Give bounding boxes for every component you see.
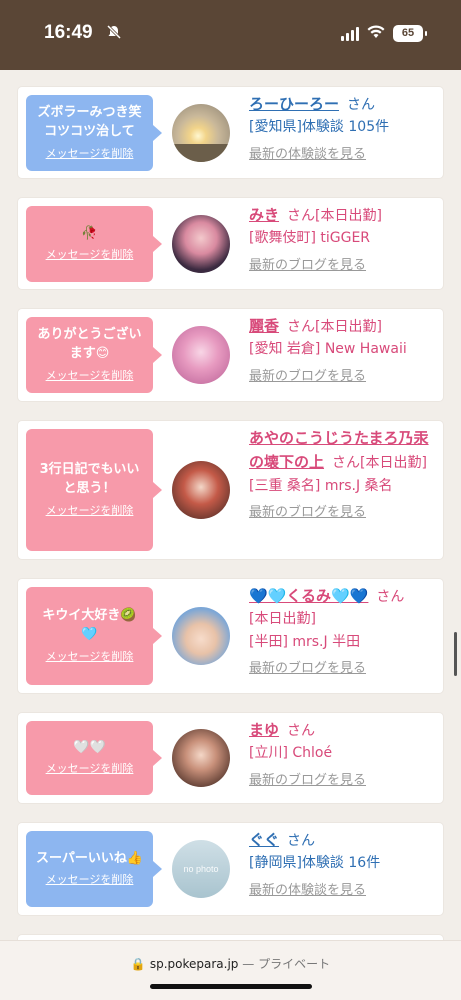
bubble-message: 🤍🤍 [73, 739, 106, 755]
user-name-link[interactable]: 💙🩵くるみ🩵💙 [249, 587, 368, 605]
delete-message-link[interactable]: メッセージを削除 [46, 649, 134, 665]
delete-message-link[interactable]: メッセージを削除 [46, 503, 134, 519]
latest-link[interactable]: 最新のブログを見る [249, 659, 433, 680]
user-detail: [愛知県]体験談 105件 [249, 119, 390, 136]
bubble-message: 🥀 [81, 225, 98, 241]
message-bubble: 🥀 メッセージを削除 [26, 206, 162, 282]
avatar[interactable] [172, 461, 230, 519]
avatar[interactable] [172, 104, 230, 162]
message-feed[interactable]: ズボラーみつき笑 コツコツ治して メッセージを削除 ろーひーろー さん [愛知県]… [0, 70, 461, 940]
private-mode-label: プライベート [258, 957, 331, 971]
san-label: さん[本日出勤] [287, 208, 382, 224]
user-info: みき さん[本日出勤] [歌舞伎町] tiGGER 最新のブログを見る [249, 203, 433, 277]
user-info: ぐぐ さん [静岡県]体験談 16件 最新の体験談を見る [249, 828, 433, 902]
bubble-message: ありがとうござい ます😊 [37, 327, 142, 362]
list-item: ありがとうござい ます😊 メッセージを削除 麗香 さん[本日出勤] [愛知 岩倉]… [18, 309, 443, 401]
user-info: あやのこうじうたまろ乃汞の壊下の上 さん[本日出勤] [三重 桑名] mrs.J … [249, 426, 433, 524]
user-info: まゆ さん [立川] Chloé 最新のブログを見る [249, 718, 433, 792]
url-bar[interactable]: 🔒 sp.pokepara.jp — プライベート [0, 940, 461, 1000]
list-item: ズボラーみつき笑 コツコツ治して メッセージを削除 ろーひーろー さん [愛知県]… [18, 87, 443, 178]
list-item: スーパーいいね👍 メッセージを削除 no photo ぐぐ さん [静岡県]体験談… [18, 823, 443, 915]
user-name-link[interactable]: ろーひーろー [249, 95, 339, 113]
list-item: 🤍🤍 メッセージを削除 まゆ さん [立川] Chloé 最新のブログを見る [18, 713, 443, 803]
san-label: さん [287, 833, 316, 849]
avatar[interactable]: no photo [172, 840, 230, 898]
san-label: さん [376, 589, 405, 605]
latest-link[interactable]: 最新のブログを見る [249, 256, 433, 277]
message-bubble: スーパーいいね👍 メッセージを削除 [26, 831, 162, 907]
list-item: 🥀 メッセージを削除 みき さん[本日出勤] [歌舞伎町] tiGGER 最新のブ… [18, 198, 443, 289]
delete-message-link[interactable]: メッセージを削除 [46, 872, 134, 888]
delete-message-link[interactable]: メッセージを削除 [46, 368, 134, 384]
user-detail-2: [半田] mrs.J 半田 [249, 633, 361, 650]
latest-link[interactable]: 最新の体験談を見る [249, 145, 433, 166]
scrollbar[interactable] [454, 632, 457, 676]
user-info: 💙🩵くるみ🩵💙 さん [本日出勤] [半田] mrs.J 半田 最新のブログを見る [249, 584, 433, 680]
signal-icon [341, 26, 359, 41]
san-label: さん [347, 97, 376, 113]
bubble-message: ズボラーみつき笑 コツコツ治して [37, 105, 142, 140]
url-separator: — [242, 957, 255, 971]
message-bubble: ありがとうござい ます😊 メッセージを削除 [26, 317, 162, 393]
status-bar: 16:49 65 [0, 0, 461, 70]
avatar[interactable] [172, 729, 230, 787]
san-label: さん[本日出勤] [332, 455, 427, 472]
san-label: さん[本日出勤] [287, 319, 382, 335]
user-name-link[interactable]: ぐぐ [249, 831, 279, 849]
user-info: ろーひーろー さん [愛知県]体験談 105件 最新の体験談を見る [249, 92, 433, 166]
message-bubble: キウイ大好き🥝 🩵 メッセージを削除 [26, 587, 162, 685]
bubble-message: 3行日記でもいい と思う！ [39, 462, 140, 497]
user-detail: [本日出勤] [249, 611, 316, 628]
san-label: さん [287, 723, 316, 739]
wifi-icon [367, 24, 385, 43]
user-detail: [三重 桑名] mrs.J 桑名 [249, 477, 393, 494]
user-name-link[interactable]: 麗香 [249, 317, 279, 335]
user-name-link[interactable]: まゆ [249, 721, 279, 739]
list-item: キウイ大好き🥝 🩵 メッセージを削除 💙🩵くるみ🩵💙 さん [本日出勤] [半田]… [18, 579, 443, 693]
list-item: 3行日記でもいい と思う！ メッセージを削除 あやのこうじうたまろ乃汞の壊下の上… [18, 421, 443, 559]
user-detail: [静岡県]体験談 16件 [249, 855, 381, 872]
lock-icon: 🔒 [130, 957, 146, 971]
latest-link[interactable]: 最新のブログを見る [249, 367, 433, 388]
bubble-message: キウイ大好き🥝 🩵 [42, 608, 137, 643]
message-bubble: ズボラーみつき笑 コツコツ治して メッセージを削除 [26, 95, 162, 171]
bubble-message: スーパーいいね👍 [35, 850, 144, 866]
user-name-link[interactable]: みき [249, 206, 279, 224]
user-detail: [愛知 岩倉] New Hawaii [249, 341, 407, 358]
bell-muted-icon [106, 24, 122, 44]
message-bubble: 🤍🤍 メッセージを削除 [26, 721, 162, 795]
url-domain: sp.pokepara.jp [149, 957, 239, 971]
latest-link[interactable]: 最新のブログを見る [249, 503, 433, 524]
user-detail: [立川] Chloé [249, 745, 333, 762]
avatar[interactable] [172, 326, 230, 384]
user-detail: [歌舞伎町] tiGGER [249, 230, 371, 247]
avatar[interactable] [172, 607, 230, 665]
latest-link[interactable]: 最新の体験談を見る [249, 881, 433, 902]
delete-message-link[interactable]: メッセージを削除 [46, 247, 134, 263]
home-indicator[interactable] [150, 984, 312, 989]
delete-message-link[interactable]: メッセージを削除 [46, 761, 134, 777]
latest-link[interactable]: 最新のブログを見る [249, 771, 433, 792]
delete-message-link[interactable]: メッセージを削除 [46, 146, 134, 162]
message-bubble: 3行日記でもいい と思う！ メッセージを削除 [26, 429, 162, 551]
avatar[interactable] [172, 215, 230, 273]
battery-icon: 65 [393, 25, 427, 42]
no-photo-label: no photo [183, 864, 219, 874]
user-info: 麗香 さん[本日出勤] [愛知 岩倉] New Hawaii 最新のブログを見る [249, 314, 433, 388]
status-time: 16:49 [44, 22, 93, 43]
